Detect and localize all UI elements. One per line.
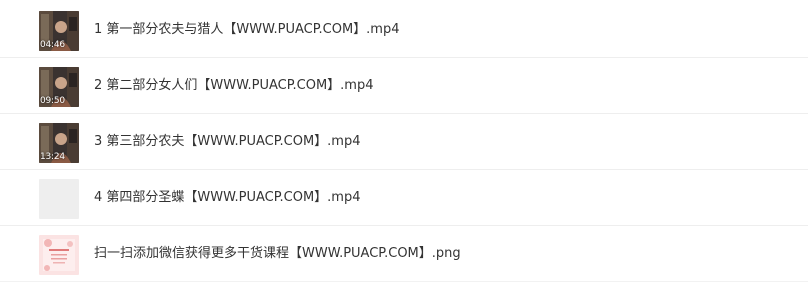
file-name[interactable]: 扫一扫添加微信获得更多干货课程【WWW.PUACP.COM】.png	[94, 244, 461, 264]
video-thumbnail-placeholder[interactable]	[39, 179, 79, 219]
video-duration: 13:24	[40, 152, 65, 162]
image-thumbnail-image	[39, 235, 79, 275]
image-thumbnail[interactable]	[39, 235, 79, 275]
video-thumbnail[interactable]: 13:24	[39, 123, 79, 163]
file-row-2[interactable]: 09:50 2 第二部分女人们【WWW.PUACP.COM】.mp4	[0, 58, 808, 114]
file-name[interactable]: 3 第三部分农夫【WWW.PUACP.COM】.mp4	[94, 132, 361, 152]
file-name[interactable]: 2 第二部分女人们【WWW.PUACP.COM】.mp4	[94, 76, 374, 96]
file-row-3[interactable]: 13:24 3 第三部分农夫【WWW.PUACP.COM】.mp4	[0, 114, 808, 170]
file-name[interactable]: 4 第四部分圣蝶【WWW.PUACP.COM】.mp4	[94, 188, 361, 208]
video-thumbnail[interactable]: 09:50	[39, 67, 79, 107]
file-list: 04:46 1 第一部分农夫与猎人【WWW.PUACP.COM】.mp4 09:…	[0, 0, 808, 296]
video-thumbnail[interactable]: 04:46	[39, 11, 79, 51]
file-name[interactable]: 1 第一部分农夫与猎人【WWW.PUACP.COM】.mp4	[94, 20, 400, 40]
video-duration: 04:46	[40, 40, 65, 50]
file-row-4[interactable]: 4 第四部分圣蝶【WWW.PUACP.COM】.mp4	[0, 170, 808, 226]
file-row-1[interactable]: 04:46 1 第一部分农夫与猎人【WWW.PUACP.COM】.mp4	[0, 2, 808, 58]
video-duration: 09:50	[40, 96, 65, 106]
file-row-5[interactable]: 扫一扫添加微信获得更多干货课程【WWW.PUACP.COM】.png	[0, 226, 808, 282]
